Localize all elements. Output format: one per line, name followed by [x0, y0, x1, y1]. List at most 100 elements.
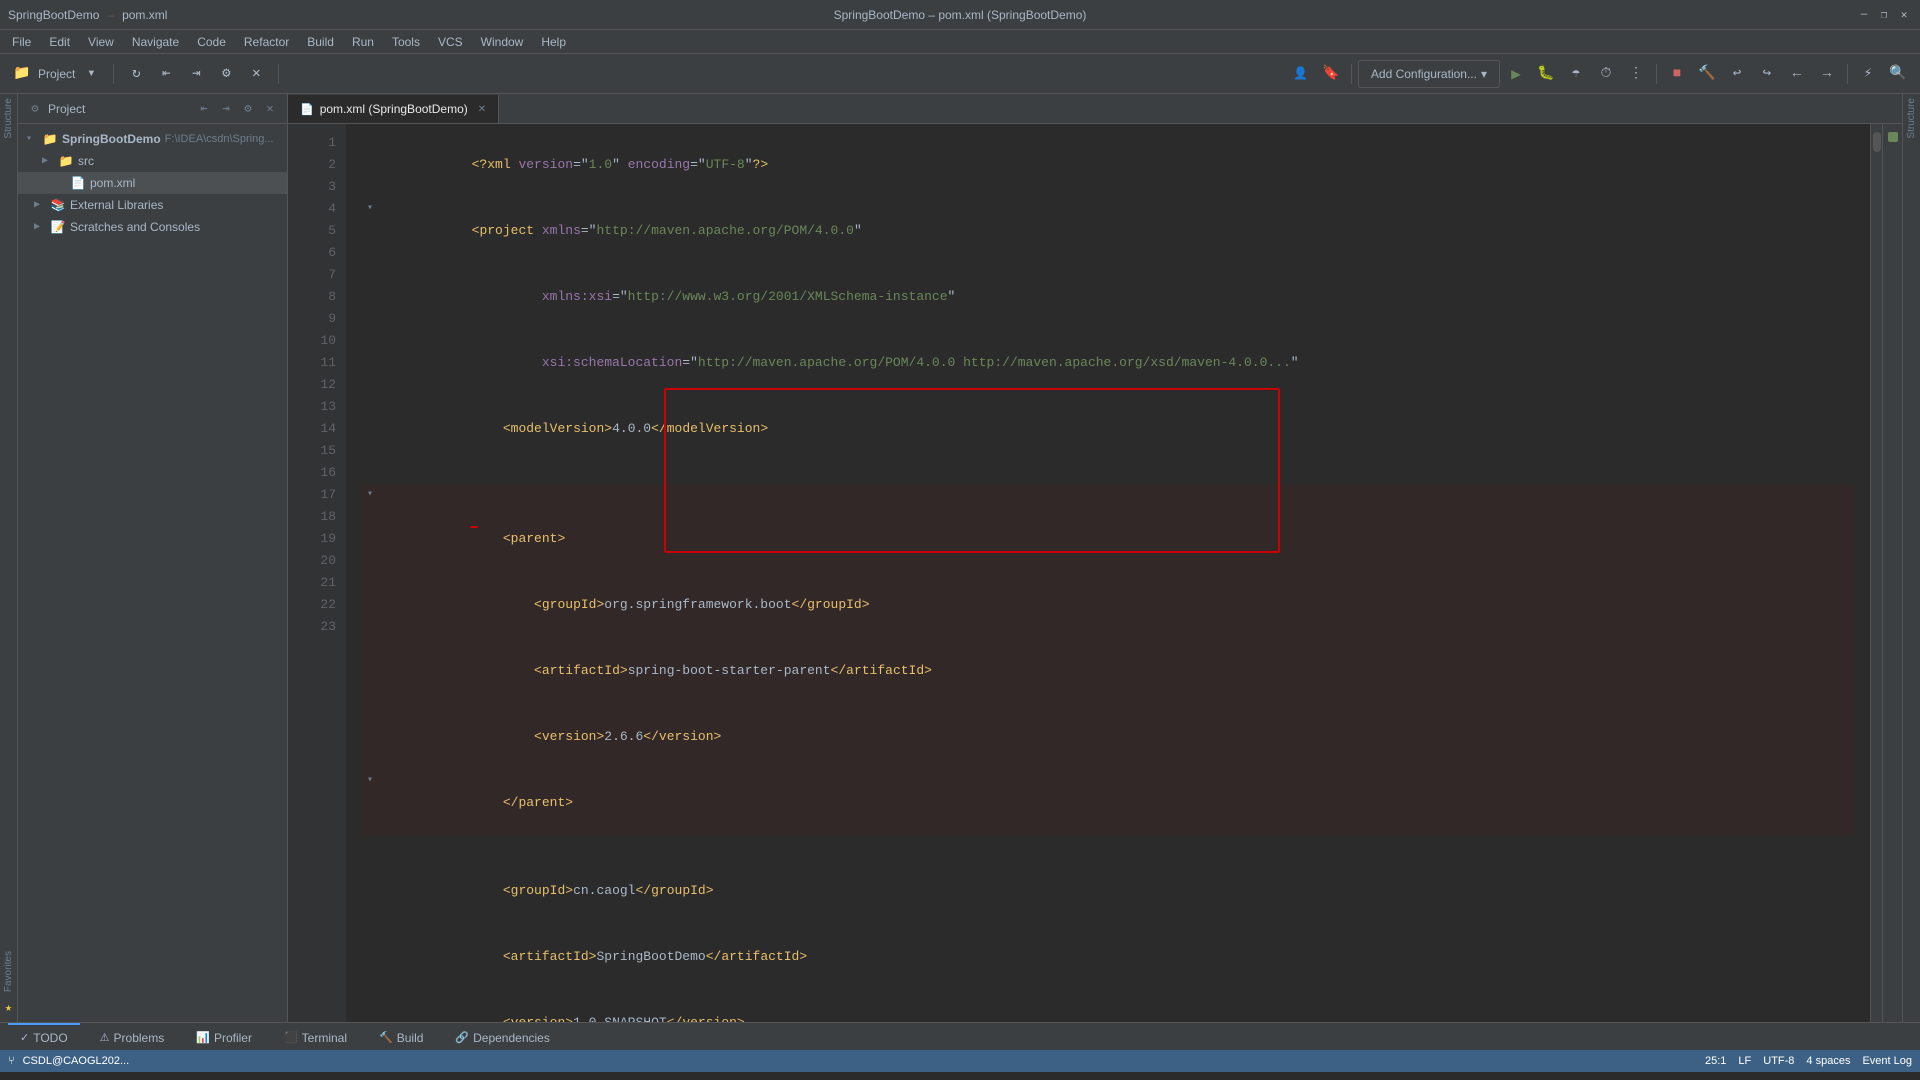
- close-panel-button[interactable]: ✕: [242, 60, 270, 88]
- editor-scrollbar[interactable]: [1870, 124, 1882, 1022]
- panel-toolbar: ⚙ Project ⇤ ⇥ ⚙ ✕: [18, 94, 287, 124]
- panel-settings-icon[interactable]: ⚙: [26, 100, 44, 118]
- settings-button[interactable]: ⚙: [212, 60, 240, 88]
- bottom-tab-problems[interactable]: ⚠ Problems: [88, 1023, 177, 1051]
- menu-window[interactable]: Window: [473, 33, 532, 51]
- redo-button[interactable]: ↪: [1753, 60, 1781, 88]
- line-col[interactable]: 25:1: [1705, 1055, 1726, 1067]
- add-configuration-button[interactable]: Add Configuration... ▾: [1358, 60, 1500, 88]
- left-sidebar-tabs: Structure Favorites ★: [0, 94, 18, 1022]
- code-line-11: ▾ </parent>: [362, 770, 1854, 836]
- panel-close-icon[interactable]: ✕: [261, 100, 279, 118]
- bottom-tab-terminal[interactable]: ⬛ Terminal: [272, 1023, 359, 1051]
- tree-item-src[interactable]: ▶ 📁 src: [18, 150, 287, 172]
- menu-refactor[interactable]: Refactor: [236, 33, 297, 51]
- toolbar: 📁 Project ▾ ↻ ⇤ ⇥ ⚙ ✕ 👤 🔖 Add Configurat…: [0, 54, 1920, 94]
- favorites-star-icon[interactable]: ★: [2, 1000, 16, 1014]
- menu-tools[interactable]: Tools: [384, 33, 428, 51]
- menu-run[interactable]: Run: [344, 33, 382, 51]
- project-icon: 📁: [8, 60, 36, 88]
- back-button[interactable]: ←: [1783, 60, 1811, 88]
- menu-code[interactable]: Code: [189, 33, 234, 51]
- file-valid-indicator: [1888, 132, 1898, 142]
- sidebar-tab-structure[interactable]: Structure: [3, 98, 14, 139]
- profile-run-button[interactable]: ⏱: [1592, 60, 1620, 88]
- tree-item-scratches[interactable]: ▶ 📝 Scratches and Consoles: [18, 216, 287, 238]
- event-log[interactable]: Event Log: [1862, 1055, 1912, 1067]
- toolbar-separator-2: [278, 64, 279, 84]
- project-dropdown-arrow[interactable]: ▾: [77, 60, 105, 88]
- panel-gear-icon[interactable]: ⚙: [239, 100, 257, 118]
- tab-close-icon[interactable]: ✕: [478, 104, 486, 115]
- code-line-4: xsi:schemaLocation="http://maven.apache.…: [362, 330, 1854, 396]
- search-button[interactable]: 🔍: [1884, 60, 1912, 88]
- indent[interactable]: 4 spaces: [1806, 1055, 1850, 1067]
- tree-content: ▾ 📁 SpringBootDemo F:\IDEA\csdn\Spring..…: [18, 124, 287, 1022]
- menu-view[interactable]: View: [80, 33, 122, 51]
- panel-collapse-icon[interactable]: ⇤: [195, 100, 213, 118]
- code-editor[interactable]: 1 2 3 4 5 6 7 8 9 10 11 12 13 14 15 16 1…: [288, 124, 1902, 1022]
- bottom-tab-build[interactable]: 🔨 Build: [367, 1023, 435, 1051]
- expand-button[interactable]: ⇥: [182, 60, 210, 88]
- bookmark-button[interactable]: 🔖: [1317, 60, 1345, 88]
- tree-item-external-libs[interactable]: ▶ 📚 External Libraries: [18, 194, 287, 216]
- undo-button[interactable]: ↩: [1723, 60, 1751, 88]
- scroll-thumb[interactable]: [1873, 132, 1881, 152]
- tab-bar: 📄 pom.xml (SpringBootDemo) ✕: [288, 94, 1902, 124]
- window-title: SpringBootDemo – pom.xml (SpringBootDemo…: [834, 8, 1087, 22]
- structure-panel-label[interactable]: Structure: [1906, 98, 1917, 139]
- dependencies-icon: 🔗: [455, 1031, 469, 1044]
- problems-icon: ⚠: [100, 1031, 110, 1044]
- menu-help[interactable]: Help: [533, 33, 574, 51]
- tree-item-root[interactable]: ▾ 📁 SpringBootDemo F:\IDEA\csdn\Spring..…: [18, 128, 287, 150]
- tree-arrow-src: ▶: [42, 155, 54, 167]
- sync-button[interactable]: ↻: [122, 60, 150, 88]
- tree-item-pom[interactable]: ▶ 📄 pom.xml: [18, 172, 287, 194]
- collapse-button[interactable]: ⇤: [152, 60, 180, 88]
- encoding[interactable]: UTF-8: [1763, 1055, 1794, 1067]
- panel-expand-icon[interactable]: ⇥: [217, 100, 235, 118]
- src-folder-icon: 📁: [58, 153, 74, 169]
- right-indicators: [1882, 124, 1902, 1022]
- app-name: SpringBootDemo: [8, 8, 99, 22]
- menu-edit[interactable]: Edit: [41, 33, 78, 51]
- bottom-tab-profiler[interactable]: 📊 Profiler: [184, 1023, 264, 1051]
- code-line-1: <?xml version="1.0" encoding="UTF-8"?>: [362, 132, 1854, 198]
- title-bar: SpringBootDemo – pom.xml SpringBootDemo …: [0, 0, 1920, 30]
- more-run-button[interactable]: ⋮: [1622, 60, 1650, 88]
- todo-icon: ✓: [20, 1031, 29, 1044]
- maximize-button[interactable]: ❐: [1876, 7, 1892, 23]
- menu-build[interactable]: Build: [299, 33, 342, 51]
- build-button[interactable]: 🔨: [1693, 60, 1721, 88]
- code-line-15: <version>1.0-SNAPSHOT</version>: [362, 990, 1854, 1022]
- external-tool-button[interactable]: ⚡: [1854, 60, 1882, 88]
- tab-label: pom.xml (SpringBootDemo): [320, 102, 468, 116]
- code-line-13: <groupId>cn.caogl</groupId>: [362, 858, 1854, 924]
- menu-vcs[interactable]: VCS: [430, 33, 471, 51]
- menu-bar: File Edit View Navigate Code Refactor Bu…: [0, 30, 1920, 54]
- toolbar-separator-5: [1847, 64, 1848, 84]
- bottom-panel: ✓ TODO ⚠ Problems 📊 Profiler ⬛ Terminal …: [0, 1022, 1920, 1050]
- code-line-2: ▾ <project xmlns="http://maven.apache.or…: [362, 198, 1854, 264]
- run-button[interactable]: ▶: [1502, 60, 1530, 88]
- debug-button[interactable]: 🐛: [1532, 60, 1560, 88]
- forward-button[interactable]: →: [1813, 60, 1841, 88]
- code-content[interactable]: <?xml version="1.0" encoding="UTF-8"?> ▾…: [346, 124, 1870, 1022]
- project-label: Project: [38, 67, 75, 81]
- menu-file[interactable]: File: [4, 33, 39, 51]
- tree-label-scratches: Scratches and Consoles: [70, 220, 200, 234]
- close-button[interactable]: ✕: [1896, 7, 1912, 23]
- fold-gutter: [288, 124, 298, 1022]
- bottom-tab-todo[interactable]: ✓ TODO: [8, 1023, 80, 1051]
- stop-button[interactable]: ■: [1663, 60, 1691, 88]
- git-branch[interactable]: CSDL@CAOGL202...: [23, 1055, 130, 1067]
- tab-pom-xml[interactable]: 📄 pom.xml (SpringBootDemo) ✕: [288, 95, 499, 123]
- menu-navigate[interactable]: Navigate: [124, 33, 187, 51]
- problems-label: Problems: [114, 1031, 165, 1045]
- minimize-button[interactable]: —: [1856, 7, 1872, 23]
- sidebar-tab-favorites[interactable]: Favorites: [3, 951, 14, 992]
- code-line-9: <artifactId>spring-boot-starter-parent</…: [362, 638, 1854, 704]
- bottom-tab-dependencies[interactable]: 🔗 Dependencies: [443, 1023, 561, 1051]
- coverage-button[interactable]: ☂: [1562, 60, 1590, 88]
- code-line-7: ▾ <parent>: [362, 484, 1854, 572]
